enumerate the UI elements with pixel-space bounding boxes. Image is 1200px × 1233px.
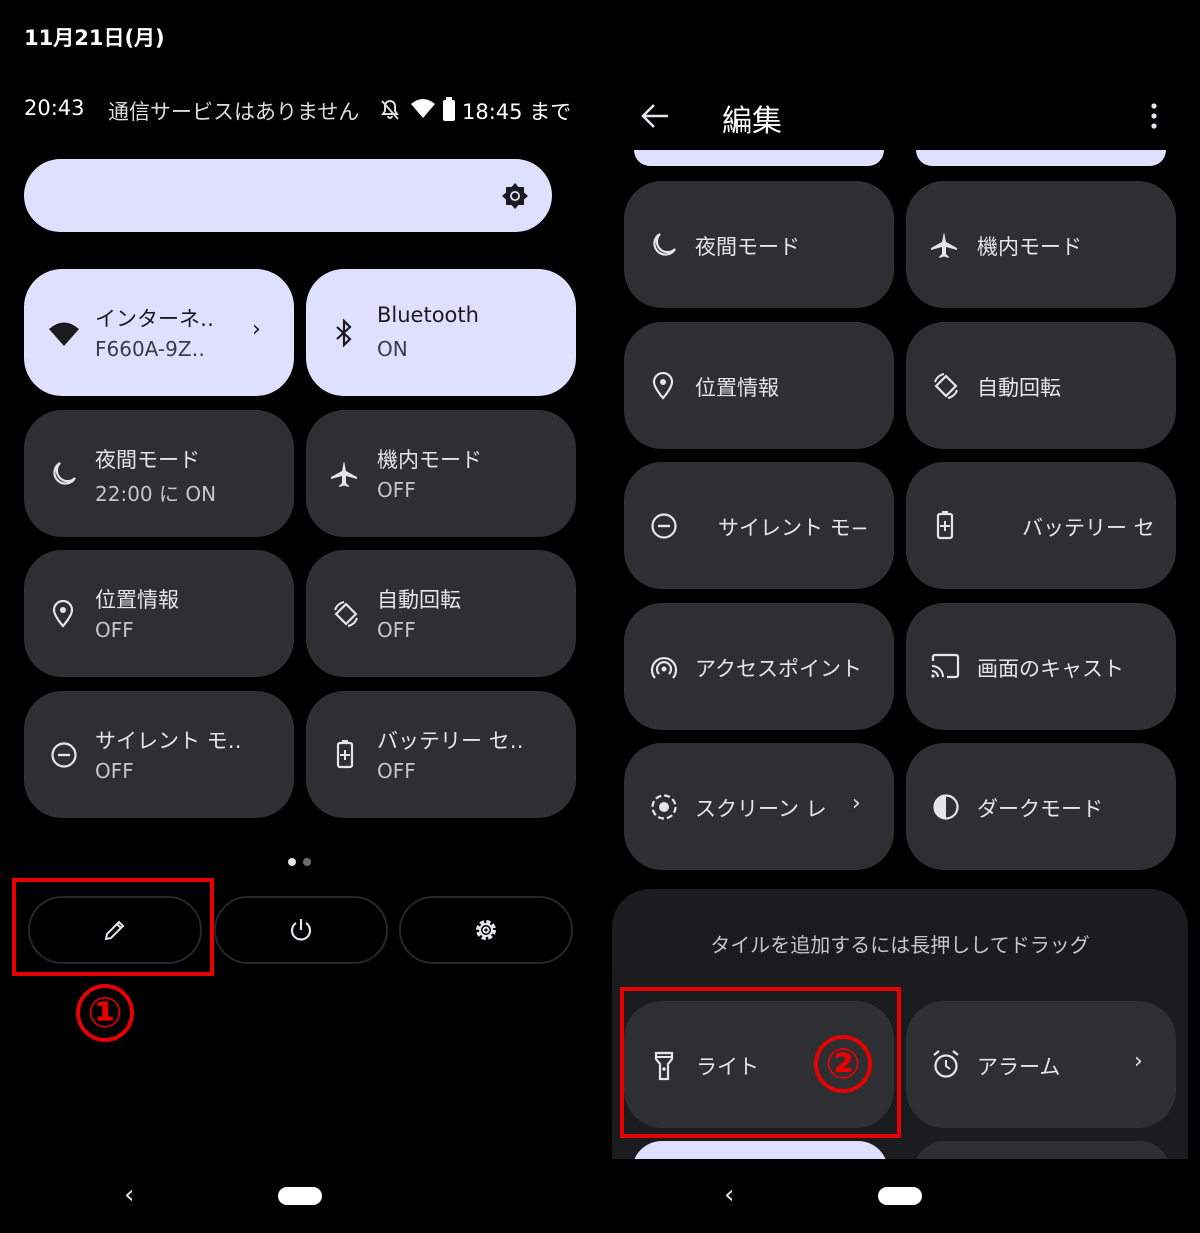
power-button[interactable] [214, 896, 388, 964]
chevron-right-icon: › [1134, 1049, 1143, 1074]
tile-night-mode[interactable]: 夜間モード 22:00 に ON [24, 410, 294, 537]
date-label: 11月21日(月) [24, 26, 165, 50]
tile-subtitle: OFF [377, 759, 416, 783]
tile-title: インターネ‥ [95, 307, 215, 331]
dark-mode-icon [933, 794, 959, 820]
partial-tile [916, 150, 1166, 166]
edit-tile-night-mode[interactable]: 夜間モード [624, 181, 894, 308]
edit-tile-dark-mode[interactable]: ダークモード [906, 743, 1176, 870]
chevron-right-icon: › [852, 791, 861, 816]
edit-tile-hotspot[interactable]: アクセスポイント [624, 603, 894, 730]
cast-icon [931, 653, 960, 679]
tile-title: サイレント モ‥ [95, 729, 242, 753]
alarm-icon [933, 1050, 959, 1078]
more-options-icon[interactable] [1148, 102, 1160, 130]
tile-location[interactable]: 位置情報 OFF [24, 550, 294, 677]
airplane-icon [331, 461, 357, 487]
chevron-right-icon: › [252, 317, 261, 342]
tile-subtitle: OFF [95, 759, 134, 783]
battery-status-icon [443, 97, 455, 121]
status-time: 20:43 [24, 96, 85, 120]
page-indicator [288, 851, 312, 870]
edit-tile-airplane-mode[interactable]: 機内モード [906, 181, 1176, 308]
dnd-icon [51, 742, 77, 768]
dnd-icon [651, 513, 677, 539]
battery-saver-icon [336, 740, 354, 769]
partial-tile [632, 1141, 888, 1159]
settings-button[interactable] [399, 896, 573, 964]
annotation-number-1: ① [76, 984, 134, 1042]
airplane-icon [931, 232, 957, 258]
battery-saver-icon [936, 511, 954, 540]
annotation-number-2: ② [814, 1035, 872, 1093]
moon-icon [53, 462, 76, 485]
tile-label: ダークモード [977, 797, 1103, 821]
tile-label: サイレント モ− [718, 516, 869, 540]
edit-tile-battery-saver[interactable]: バッテリー セ [906, 462, 1176, 589]
status-network: 通信サービスはありません [108, 100, 360, 124]
nav-home-pill[interactable] [278, 1187, 322, 1205]
moon-icon [653, 233, 676, 256]
edit-tile-screen-cast[interactable]: 画面のキャスト [906, 603, 1176, 730]
tile-subtitle: 22:00 に ON [95, 482, 217, 506]
gear-icon [476, 920, 496, 940]
tile-subtitle: F660A-9Z‥ [95, 337, 205, 361]
annotation-box-1 [12, 878, 214, 976]
tile-title: 機内モード [377, 448, 482, 472]
nav-back-icon[interactable]: ‹ [724, 1180, 734, 1210]
tile-label: 自動回転 [977, 376, 1061, 400]
tile-label: バッテリー セ [1022, 516, 1155, 540]
tile-label: アラーム [977, 1055, 1061, 1079]
edit-tile-location[interactable]: 位置情報 [624, 322, 894, 449]
tile-do-not-disturb[interactable]: サイレント モ‥ OFF [24, 691, 294, 818]
edit-tile-do-not-disturb[interactable]: サイレント モ− [624, 462, 894, 589]
back-arrow-icon[interactable] [640, 102, 670, 130]
power-icon [290, 919, 312, 941]
tile-label: アクセスポイント [695, 657, 862, 681]
hotspot-icon [650, 656, 678, 679]
tile-label: 画面のキャスト [977, 657, 1124, 681]
page-dot-active [288, 858, 296, 866]
tile-battery-saver[interactable]: バッテリー セ‥ OFF [306, 691, 576, 818]
screen-record-icon [651, 794, 677, 820]
tile-subtitle: ON [377, 337, 408, 361]
edit-tile-screen-record[interactable]: スクリーン レ › [624, 743, 894, 870]
tile-title: 自動回転 [377, 588, 461, 612]
tile-label: 位置情報 [695, 376, 779, 400]
tile-subtitle: OFF [377, 478, 416, 502]
battery-until-label: 18:45 まで [462, 100, 572, 124]
partial-tile [634, 150, 884, 166]
bell-off-icon [381, 99, 399, 120]
location-icon [652, 372, 674, 400]
tile-title: バッテリー セ‥ [377, 729, 524, 753]
partial-tile [914, 1141, 1170, 1159]
tile-label: スクリーン レ [695, 797, 827, 821]
wifi-status-icon [411, 99, 435, 118]
available-tile-alarm[interactable]: アラーム › [906, 1001, 1176, 1128]
tile-label: 機内モード [977, 235, 1082, 259]
wifi-icon [49, 322, 79, 346]
page-dot [303, 858, 312, 866]
tile-title: 位置情報 [95, 588, 179, 612]
nav-back-icon[interactable]: ‹ [124, 1180, 134, 1210]
tile-subtitle: OFF [95, 618, 134, 642]
tile-auto-rotate[interactable]: 自動回転 OFF [306, 550, 576, 677]
brightness-icon [502, 183, 528, 209]
tile-label: 夜間モード [695, 235, 800, 259]
tile-title: 夜間モード [95, 448, 200, 472]
tile-subtitle: OFF [377, 618, 416, 642]
bluetooth-icon [336, 319, 352, 347]
tile-internet[interactable]: インターネ‥ F660A-9Z‥ › [24, 269, 294, 396]
add-tiles-hint: タイルを追加するには長押ししてドラッグ [710, 933, 1090, 957]
rotate-icon [334, 601, 358, 627]
page-title: 編集 [722, 104, 782, 139]
rotate-icon [934, 373, 958, 399]
brightness-slider[interactable] [24, 159, 552, 232]
edit-tile-auto-rotate[interactable]: 自動回転 [906, 322, 1176, 449]
tile-bluetooth[interactable]: Bluetooth ON [306, 269, 576, 396]
location-icon [52, 600, 74, 628]
nav-home-pill[interactable] [878, 1187, 922, 1205]
tile-airplane-mode[interactable]: 機内モード OFF [306, 410, 576, 537]
tile-title: Bluetooth [377, 303, 479, 327]
